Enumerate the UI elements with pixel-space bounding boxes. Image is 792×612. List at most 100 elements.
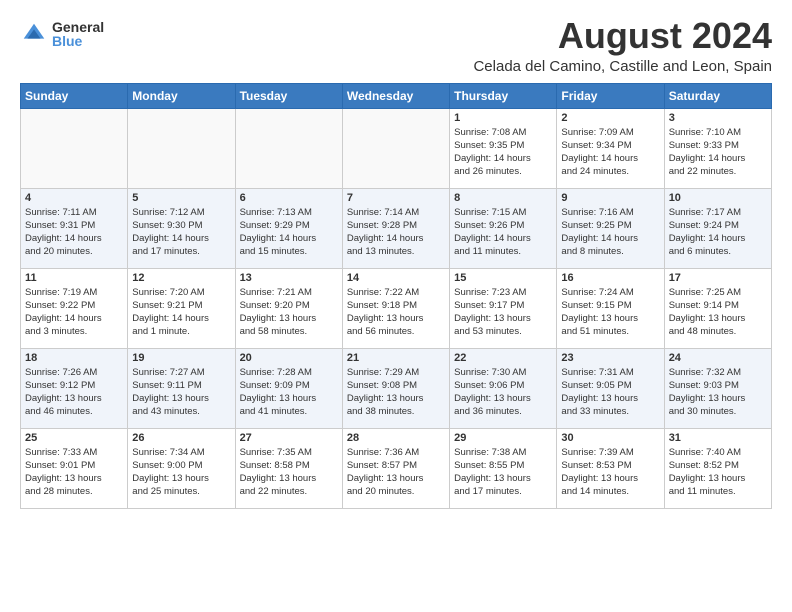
calendar-week-row: 4 Sunrise: 7:11 AM Sunset: 9:31 PM Daylig… [21,188,772,268]
day-number: 24 [669,352,767,364]
day-info: Sunrise: 7:33 AM Sunset: 9:01 PM Dayligh… [25,446,123,499]
calendar-cell [342,108,449,188]
day-info: Sunrise: 7:29 AM Sunset: 9:08 PM Dayligh… [347,366,445,419]
day-info: Sunrise: 7:35 AM Sunset: 8:58 PM Dayligh… [240,446,338,499]
day-number: 21 [347,352,445,364]
day-number: 2 [561,112,659,124]
header: General Blue August 2024 Celada del Cami… [20,16,772,75]
day-number: 29 [454,432,552,444]
day-info: Sunrise: 7:12 AM Sunset: 9:30 PM Dayligh… [132,206,230,259]
logo-general-text: General [52,20,104,34]
day-info: Sunrise: 7:21 AM Sunset: 9:20 PM Dayligh… [240,286,338,339]
calendar-header-monday: Monday [128,83,235,108]
day-number: 11 [25,272,123,284]
calendar-week-row: 25 Sunrise: 7:33 AM Sunset: 9:01 PM Dayli… [21,428,772,508]
calendar-cell: 27 Sunrise: 7:35 AM Sunset: 8:58 PM Dayli… [235,428,342,508]
calendar-cell: 4 Sunrise: 7:11 AM Sunset: 9:31 PM Daylig… [21,188,128,268]
day-number: 16 [561,272,659,284]
day-info: Sunrise: 7:13 AM Sunset: 9:29 PM Dayligh… [240,206,338,259]
day-number: 31 [669,432,767,444]
calendar-cell: 11 Sunrise: 7:19 AM Sunset: 9:22 PM Dayli… [21,268,128,348]
calendar-header-friday: Friday [557,83,664,108]
calendar-cell: 1 Sunrise: 7:08 AM Sunset: 9:35 PM Daylig… [450,108,557,188]
day-info: Sunrise: 7:27 AM Sunset: 9:11 PM Dayligh… [132,366,230,419]
calendar-cell: 13 Sunrise: 7:21 AM Sunset: 9:20 PM Dayli… [235,268,342,348]
day-number: 22 [454,352,552,364]
day-info: Sunrise: 7:22 AM Sunset: 9:18 PM Dayligh… [347,286,445,339]
day-info: Sunrise: 7:30 AM Sunset: 9:06 PM Dayligh… [454,366,552,419]
day-number: 25 [25,432,123,444]
day-number: 1 [454,112,552,124]
day-number: 17 [669,272,767,284]
calendar-header-thursday: Thursday [450,83,557,108]
calendar-cell [128,108,235,188]
day-info: Sunrise: 7:36 AM Sunset: 8:57 PM Dayligh… [347,446,445,499]
calendar-cell: 24 Sunrise: 7:32 AM Sunset: 9:03 PM Dayli… [664,348,771,428]
day-number: 12 [132,272,230,284]
calendar-cell: 30 Sunrise: 7:39 AM Sunset: 8:53 PM Dayli… [557,428,664,508]
calendar-cell: 16Sunrise: 7:24 AM Sunset: 9:15 PM Dayli… [557,268,664,348]
calendar-cell: 14 Sunrise: 7:22 AM Sunset: 9:18 PM Dayli… [342,268,449,348]
day-number: 18 [25,352,123,364]
day-info: Sunrise: 7:19 AM Sunset: 9:22 PM Dayligh… [25,286,123,339]
day-number: 7 [347,192,445,204]
day-info: Sunrise: 7:09 AM Sunset: 9:34 PM Dayligh… [561,126,659,179]
calendar-week-row: 1 Sunrise: 7:08 AM Sunset: 9:35 PM Daylig… [21,108,772,188]
calendar-week-row: 18 Sunrise: 7:26 AM Sunset: 9:12 PM Dayli… [21,348,772,428]
calendar-table: SundayMondayTuesdayWednesdayThursdayFrid… [20,83,772,509]
month-title: August 2024 [473,16,772,56]
location-title: Celada del Camino, Castille and Leon, Sp… [473,58,772,75]
day-info: Sunrise: 7:20 AM Sunset: 9:21 PM Dayligh… [132,286,230,339]
day-number: 19 [132,352,230,364]
calendar-cell: 8Sunrise: 7:15 AM Sunset: 9:26 PM Daylig… [450,188,557,268]
day-info: Sunrise: 7:32 AM Sunset: 9:03 PM Dayligh… [669,366,767,419]
calendar-cell: 25 Sunrise: 7:33 AM Sunset: 9:01 PM Dayli… [21,428,128,508]
day-number: 30 [561,432,659,444]
day-number: 15 [454,272,552,284]
calendar-cell: 28 Sunrise: 7:36 AM Sunset: 8:57 PM Dayli… [342,428,449,508]
calendar-cell: 10Sunrise: 7:17 AM Sunset: 9:24 PM Dayli… [664,188,771,268]
day-number: 9 [561,192,659,204]
calendar-cell: 23Sunrise: 7:31 AM Sunset: 9:05 PM Dayli… [557,348,664,428]
day-number: 20 [240,352,338,364]
calendar-cell: 15 Sunrise: 7:23 AM Sunset: 9:17 PM Dayli… [450,268,557,348]
day-info: Sunrise: 7:14 AM Sunset: 9:28 PM Dayligh… [347,206,445,259]
calendar-cell: 5 Sunrise: 7:12 AM Sunset: 9:30 PM Daylig… [128,188,235,268]
calendar-cell [235,108,342,188]
day-number: 6 [240,192,338,204]
day-info: Sunrise: 7:08 AM Sunset: 9:35 PM Dayligh… [454,126,552,179]
calendar-cell: 12 Sunrise: 7:20 AM Sunset: 9:21 PM Dayli… [128,268,235,348]
day-info: Sunrise: 7:31 AM Sunset: 9:05 PM Dayligh… [561,366,659,419]
title-block: August 2024 Celada del Camino, Castille … [473,16,772,75]
day-info: Sunrise: 7:40 AM Sunset: 8:52 PM Dayligh… [669,446,767,499]
calendar-header-saturday: Saturday [664,83,771,108]
day-number: 13 [240,272,338,284]
day-info: Sunrise: 7:34 AM Sunset: 9:00 PM Dayligh… [132,446,230,499]
day-info: Sunrise: 7:15 AM Sunset: 9:26 PM Dayligh… [454,206,552,259]
day-number: 27 [240,432,338,444]
day-number: 26 [132,432,230,444]
calendar-cell: 29Sunrise: 7:38 AM Sunset: 8:55 PM Dayli… [450,428,557,508]
day-number: 14 [347,272,445,284]
day-info: Sunrise: 7:26 AM Sunset: 9:12 PM Dayligh… [25,366,123,419]
day-number: 5 [132,192,230,204]
day-number: 4 [25,192,123,204]
calendar-cell: 22 Sunrise: 7:30 AM Sunset: 9:06 PM Dayli… [450,348,557,428]
calendar-body: 1 Sunrise: 7:08 AM Sunset: 9:35 PM Daylig… [21,108,772,508]
day-info: Sunrise: 7:39 AM Sunset: 8:53 PM Dayligh… [561,446,659,499]
calendar-cell: 18 Sunrise: 7:26 AM Sunset: 9:12 PM Dayli… [21,348,128,428]
day-number: 28 [347,432,445,444]
calendar-cell: 2 Sunrise: 7:09 AM Sunset: 9:34 PM Daylig… [557,108,664,188]
day-number: 10 [669,192,767,204]
calendar-cell: 3Sunrise: 7:10 AM Sunset: 9:33 PM Daylig… [664,108,771,188]
calendar-cell: 21 Sunrise: 7:29 AM Sunset: 9:08 PM Dayli… [342,348,449,428]
calendar-cell: 6 Sunrise: 7:13 AM Sunset: 9:29 PM Daylig… [235,188,342,268]
calendar-cell: 19 Sunrise: 7:27 AM Sunset: 9:11 PM Dayli… [128,348,235,428]
logo-blue-text: Blue [52,34,104,48]
logo: General Blue [20,20,104,48]
calendar-header-wednesday: Wednesday [342,83,449,108]
day-info: Sunrise: 7:11 AM Sunset: 9:31 PM Dayligh… [25,206,123,259]
calendar-cell [21,108,128,188]
day-info: Sunrise: 7:23 AM Sunset: 9:17 PM Dayligh… [454,286,552,339]
logo-icon [20,20,48,48]
